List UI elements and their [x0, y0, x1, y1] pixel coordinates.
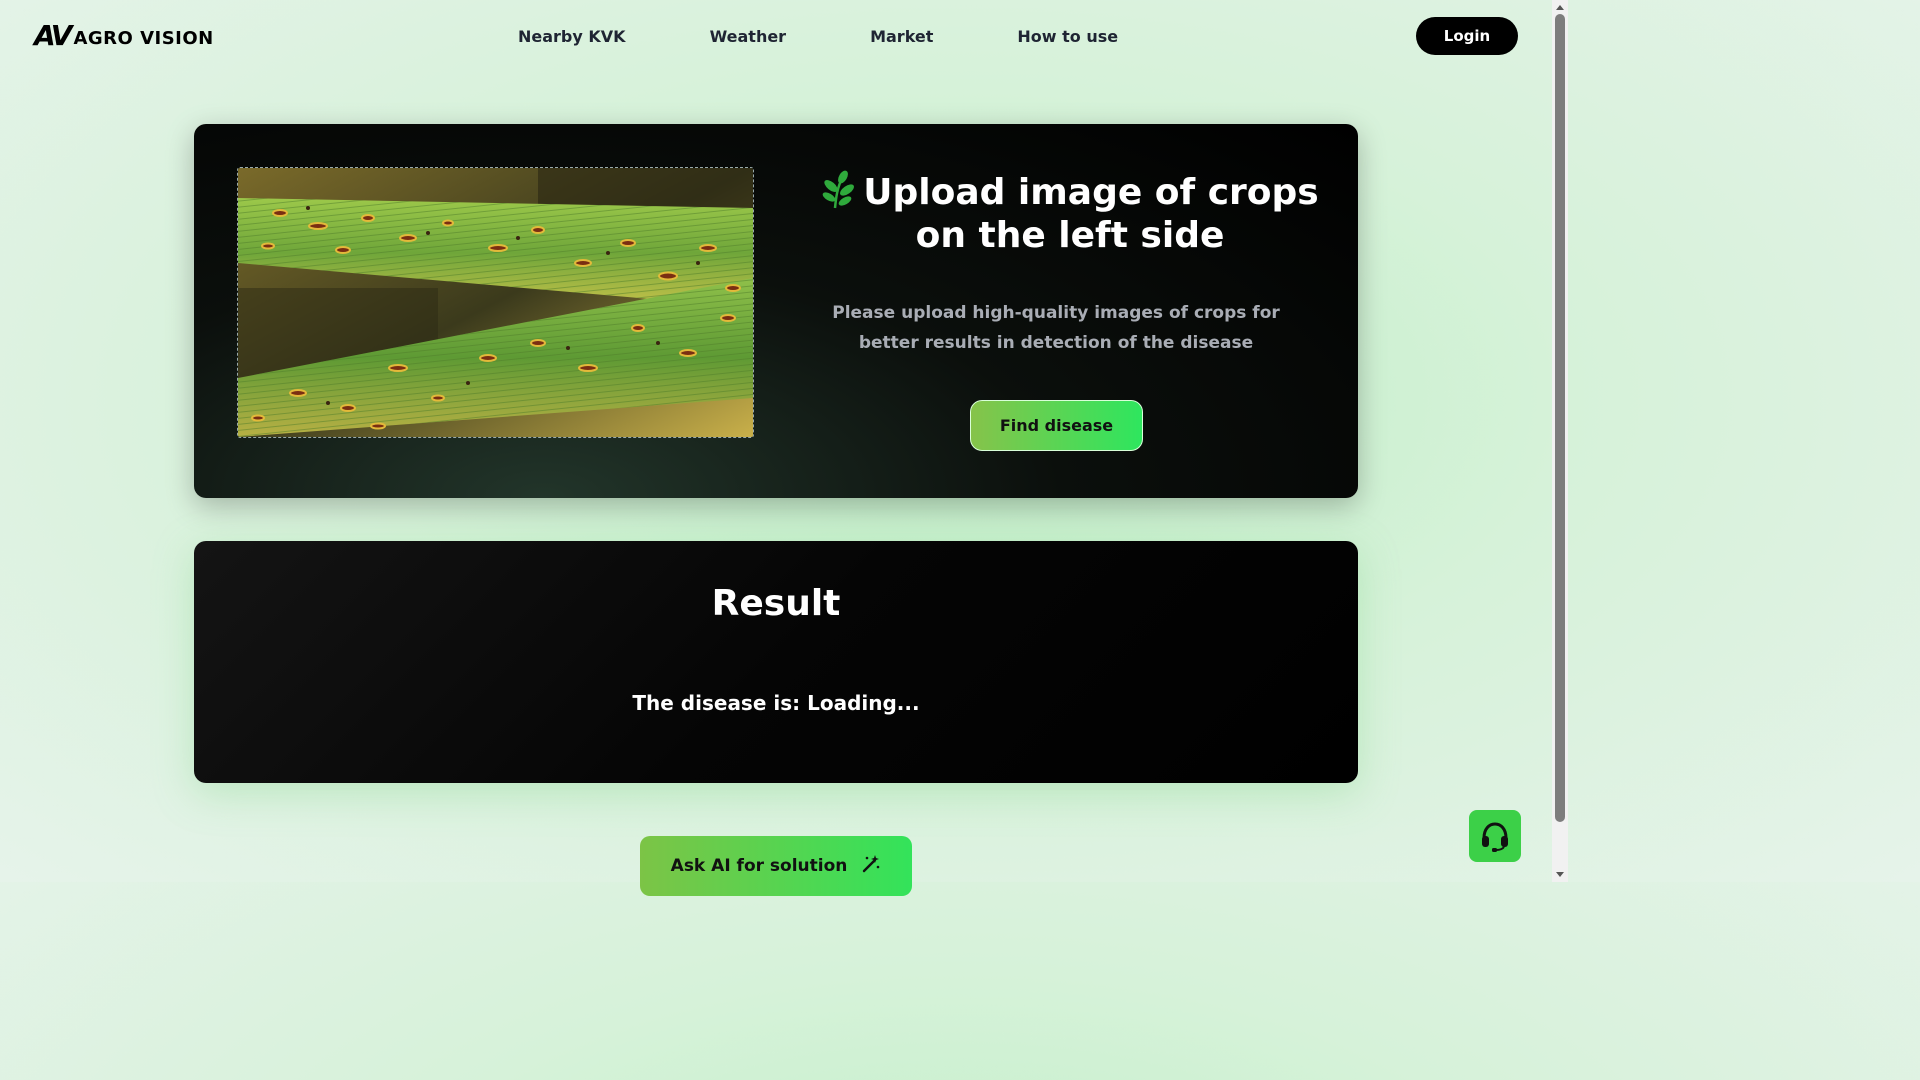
main-nav: Nearby KVK Weather Market How to use	[518, 26, 1118, 48]
result-text: The disease is: Loading...	[632, 691, 920, 715]
scroll-thumb[interactable]	[1555, 14, 1565, 822]
brand-logo[interactable]: AV AGRO VISION	[34, 22, 214, 50]
magic-wand-icon	[863, 855, 880, 873]
image-upload-dropzone[interactable]	[237, 167, 754, 438]
headset-icon	[1482, 822, 1508, 852]
upload-description: Please upload high-quality images of cro…	[832, 303, 1280, 353]
scroll-down-arrow-icon[interactable]	[1556, 872, 1564, 877]
scroll-up-arrow-icon[interactable]	[1556, 5, 1564, 10]
login-button[interactable]: Login	[1416, 17, 1518, 55]
result-title: Result	[711, 583, 841, 624]
nav-link-weather[interactable]: Weather	[710, 26, 787, 48]
page-scrollbar[interactable]	[1552, 0, 1568, 882]
nav-link-nearby-kvk[interactable]: Nearby KVK	[518, 26, 626, 48]
ask-ai-button[interactable]: Ask AI for solution	[640, 836, 912, 896]
result-card: Result The disease is: Loading...	[194, 541, 1358, 783]
nav-link-market[interactable]: Market	[870, 26, 933, 48]
upload-title-text: Upload image of crops on the left side	[863, 172, 1319, 256]
ask-ai-label: Ask AI for solution	[670, 856, 848, 876]
upload-card: Upload image of crops on the left side P…	[194, 124, 1358, 498]
nav-link-how-to-use[interactable]: How to use	[1017, 26, 1118, 48]
logo-text: AGRO VISION	[73, 28, 214, 49]
logo-mark: AV	[34, 19, 72, 52]
upload-title: Upload image of crops on the left side	[794, 170, 1346, 257]
leaf-icon	[822, 170, 855, 209]
find-disease-button[interactable]: Find disease	[970, 400, 1143, 451]
support-chat-button[interactable]	[1469, 810, 1521, 862]
crop-leaf-image	[238, 168, 753, 437]
